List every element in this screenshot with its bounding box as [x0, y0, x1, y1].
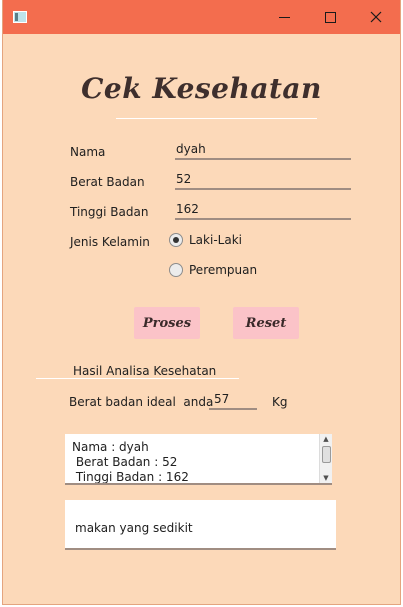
scroll-down-icon[interactable]: ▼	[320, 473, 332, 483]
close-icon	[370, 11, 382, 23]
berat-badan-field[interactable]	[175, 168, 352, 190]
radio-perempuan[interactable]: Perempuan	[169, 263, 257, 277]
tinggi-badan-label: Tinggi Badan	[70, 205, 149, 219]
hasil-section-title: Hasil Analisa Kesehatan	[73, 364, 217, 378]
advice-underline	[65, 548, 336, 550]
proses-button[interactable]: Proses	[134, 307, 200, 339]
tinggi-badan-field[interactable]	[175, 198, 352, 220]
summary-line: Nama : dyah	[72, 440, 149, 454]
tinggi-badan-underline	[175, 218, 351, 220]
summary-scrollbar[interactable]: ▲ ▼	[319, 434, 332, 483]
radio-selected-icon[interactable]	[169, 233, 183, 247]
title-bar[interactable]	[3, 0, 400, 34]
ideal-weight-unit: Kg	[272, 395, 288, 409]
close-button[interactable]	[353, 0, 399, 34]
hasil-divider	[36, 378, 239, 379]
app-window-icon	[13, 11, 27, 23]
nama-underline	[175, 158, 351, 160]
summary-textarea[interactable]: Nama : dyah Berat Badan : 52 Tinggi Bada…	[65, 434, 332, 483]
berat-badan-underline	[175, 188, 351, 190]
maximize-icon	[324, 11, 336, 23]
nama-input[interactable]	[175, 139, 352, 159]
summary-underline	[65, 483, 332, 485]
summary-line: Berat Badan : 52	[72, 455, 178, 469]
nama-field[interactable]	[175, 138, 352, 160]
advice-text: makan yang sedikit	[75, 521, 193, 535]
berat-badan-label: Berat Badan	[70, 175, 145, 189]
jenis-kelamin-label: Jenis Kelamin	[70, 235, 150, 249]
berat-badan-input[interactable]	[175, 169, 352, 189]
scroll-thumb[interactable]	[322, 446, 331, 463]
scroll-up-icon[interactable]: ▲	[320, 434, 332, 444]
radio-laki-laki[interactable]: Laki-Laki	[169, 233, 242, 247]
ideal-weight-underline	[209, 408, 257, 410]
ideal-weight-field[interactable]	[209, 388, 262, 410]
minimize-icon	[278, 16, 290, 18]
reset-button[interactable]: Reset	[233, 307, 299, 339]
minimize-button[interactable]	[261, 0, 307, 34]
title-divider	[116, 118, 317, 119]
ideal-weight-label: Berat badan ideal anda	[69, 395, 214, 409]
tinggi-badan-input[interactable]	[175, 199, 352, 219]
app-window: Cek Kesehatan Nama Berat Badan Tinggi Ba…	[3, 0, 400, 604]
radio-laki-laki-label: Laki-Laki	[189, 233, 242, 247]
nama-label: Nama	[70, 145, 106, 159]
summary-line: Tinggi Badan : 162	[72, 470, 189, 483]
maximize-button[interactable]	[307, 0, 353, 34]
radio-perempuan-label: Perempuan	[189, 263, 258, 277]
page-title: Cek Kesehatan	[81, 72, 322, 105]
ideal-weight-input[interactable]	[209, 389, 262, 409]
advice-field[interactable]: makan yang sedikit	[65, 500, 336, 548]
radio-unselected-icon[interactable]	[169, 263, 183, 277]
